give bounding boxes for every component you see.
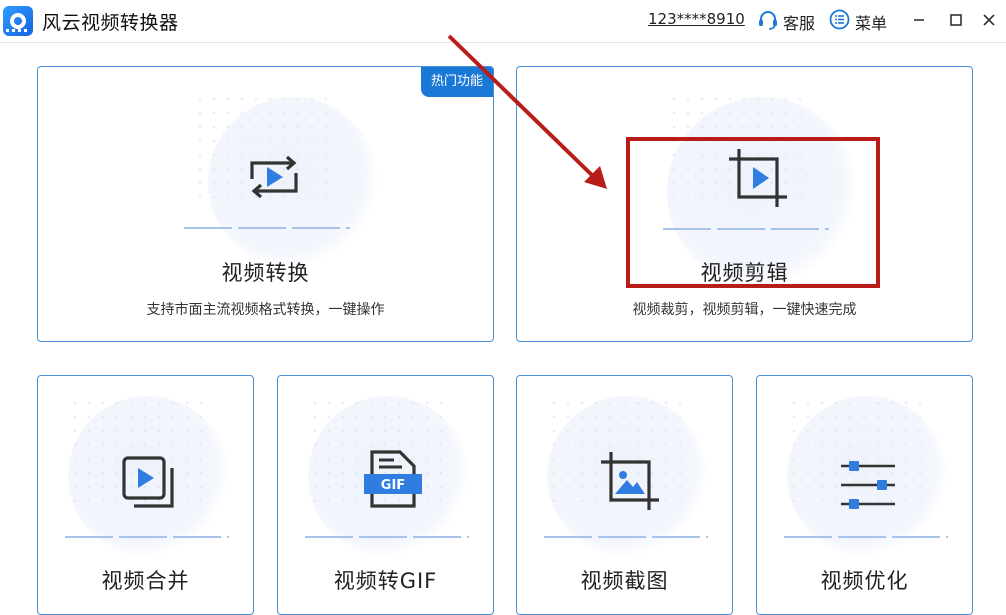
card-baseline-decoration	[65, 536, 229, 538]
card-baseline-decoration	[305, 536, 469, 538]
card-baseline-decoration	[784, 536, 948, 538]
card-baseline-decoration	[544, 536, 708, 538]
feature-title: 视频转换	[221, 261, 310, 285]
feature-title: 视频优化	[820, 569, 909, 593]
feature-card-video-to-gif[interactable]: GIF 视频转GIF	[277, 375, 494, 615]
merge-video-icon	[122, 456, 174, 508]
feature-title: 视频合并	[101, 569, 190, 593]
feature-card-video-merge[interactable]: 视频合并	[37, 375, 254, 615]
app-title: 风云视频转换器	[42, 12, 179, 34]
maximize-icon[interactable]	[945, 9, 967, 31]
annotation-highlight-box	[626, 137, 880, 288]
feature-description: 支持市面主流视频格式转换，一键操作	[146, 302, 385, 318]
sliders-icon	[841, 461, 895, 509]
app-logo-icon	[3, 6, 33, 36]
title-bar: 风云视频转换器 123****8910 客服 菜单	[0, 0, 1006, 43]
menu-list-icon[interactable]	[829, 9, 850, 30]
close-icon[interactable]	[978, 9, 1000, 31]
headset-icon[interactable]	[757, 9, 779, 31]
gif-icon-label: GIF	[381, 478, 405, 493]
feature-card-video-optimize[interactable]: 视频优化	[756, 375, 973, 615]
hot-feature-badge: 热门功能	[420, 67, 493, 97]
card-baseline-decoration	[184, 227, 350, 229]
crop-image-icon	[601, 452, 659, 510]
feature-card-video-convert[interactable]: 热门功能 视频转换 支持市面主流视频格式转换，一键操作	[37, 66, 494, 342]
account-link[interactable]: 123****8910	[648, 10, 745, 28]
gif-file-icon: GIF	[364, 450, 422, 508]
service-button[interactable]: 客服	[783, 10, 815, 34]
minimize-icon[interactable]	[908, 9, 930, 31]
feature-title: 视频转GIF	[333, 569, 438, 593]
feature-title: 视频截图	[580, 569, 669, 593]
convert-video-icon	[250, 155, 298, 199]
menu-button[interactable]: 菜单	[855, 10, 887, 34]
feature-card-video-screenshot[interactable]: 视频截图	[516, 375, 733, 615]
feature-description: 视频裁剪，视频剪辑，一键快速完成	[632, 302, 857, 318]
